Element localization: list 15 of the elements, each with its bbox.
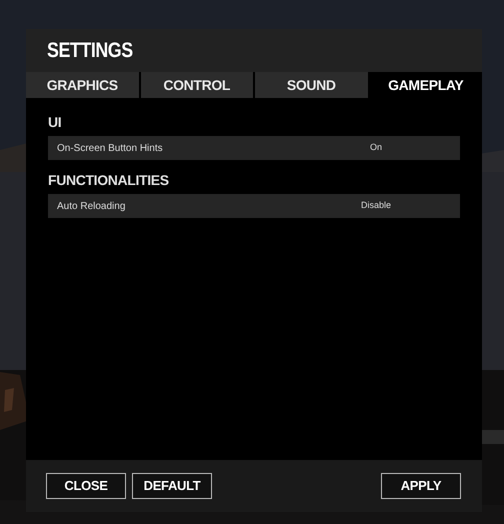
- setting-label: On-Screen Button Hints: [56, 142, 164, 156]
- tab[interactable]: GRAPHICS: [26, 72, 138, 98]
- tab[interactable]: SOUND: [255, 72, 368, 98]
- setting-value[interactable]: On: [328, 141, 424, 155]
- setting-label: Auto Reloading: [56, 200, 126, 214]
- setting-row[interactable]: On-Screen Button Hints On: [48, 136, 460, 160]
- section-heading: UI: [48, 112, 62, 132]
- setting-value[interactable]: Disable: [328, 199, 424, 213]
- setting-row[interactable]: Auto Reloading Disable: [48, 194, 460, 218]
- section-heading: FUNCTIONALITIES: [48, 170, 170, 190]
- window-title: SETTINGS: [47, 38, 133, 64]
- tab[interactable]: CONTROL: [140, 72, 253, 98]
- footer-button[interactable]: CLOSE: [46, 473, 126, 499]
- footer-button[interactable]: APPLY: [381, 473, 461, 499]
- footer-button[interactable]: DEFAULT: [132, 473, 212, 499]
